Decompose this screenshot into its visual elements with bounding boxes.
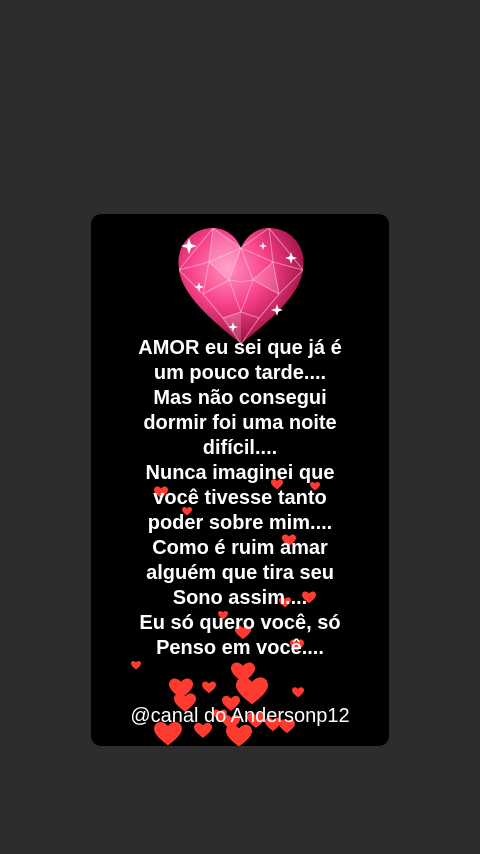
diamond-heart-icon	[178, 228, 304, 344]
poem-line: Nunca imaginei que	[145, 462, 335, 484]
poem-line: poder sobre mim....	[147, 512, 333, 534]
heart-icon	[231, 662, 255, 683]
poem-line: AMOR eu sei que já é	[138, 337, 342, 359]
heart-icon	[202, 681, 216, 694]
poem-line: Como é ruim amar	[152, 537, 328, 559]
heart-icon	[236, 677, 268, 705]
poem-text: AMOR eu sei que já é um pouco tarde.... Ma…	[91, 336, 389, 661]
poem-line: você tivesse tanto	[153, 487, 327, 509]
story-card: AMOR eu sei que já é um pouco tarde.... Ma…	[91, 214, 389, 746]
poem-line: alguém que tira seu	[146, 562, 334, 584]
poem-line: Mas não consegui	[153, 387, 327, 409]
poem-line: Eu só quero você, só	[139, 612, 341, 634]
heart-icon	[131, 661, 141, 670]
heart-icon	[169, 678, 193, 699]
poem-line: difícil....	[202, 437, 278, 459]
poem-line: Penso em você....	[156, 637, 324, 659]
heart-icon	[292, 687, 304, 698]
poem-line: Sono assim....	[172, 587, 308, 609]
channel-label: @canal do Andersonp12	[130, 705, 350, 727]
poem-line: dormir foi uma noite	[143, 412, 337, 434]
poem-line: um pouco tarde....	[153, 362, 327, 384]
